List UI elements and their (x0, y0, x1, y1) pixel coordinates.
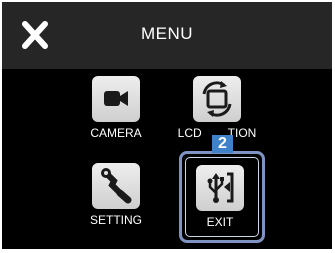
setting-label: SETTING (89, 213, 142, 227)
camera-icon (92, 76, 140, 122)
usb-exit-icon (196, 165, 244, 211)
lcd-label-left: LCD (177, 126, 202, 140)
camera-label: CAMERA (90, 126, 142, 140)
header-bar: MENU (2, 2, 332, 69)
divider (2, 69, 332, 72)
menu-title: MENU (140, 24, 194, 43)
menu-item-exit[interactable]: EXIT (196, 165, 244, 233)
callout-number-badge: 2 (212, 135, 233, 153)
exit-label: EXIT (206, 215, 234, 229)
menu-screen: MENU CAMERA LCD TION SETTING EXIT 2 (2, 2, 332, 249)
wrench-icon (92, 163, 140, 209)
menu-item-setting[interactable]: SETTING (90, 163, 142, 231)
menu-item-lcd-rotation[interactable]: LCD TION (178, 76, 256, 144)
menu-item-camera[interactable]: CAMERA (90, 76, 142, 144)
lcd-rotate-icon (193, 76, 241, 122)
